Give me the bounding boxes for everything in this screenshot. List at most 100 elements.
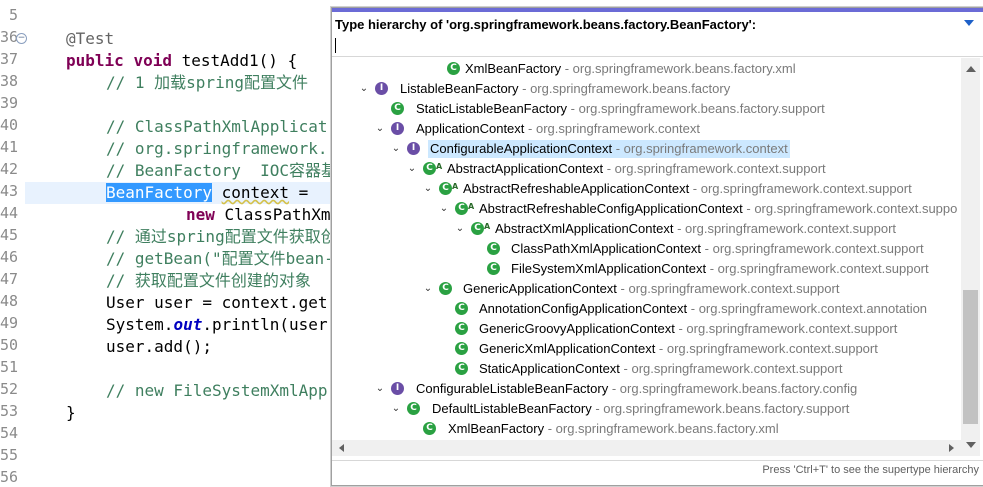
tree-row-label: AbstractXmlApplicationContext - org.spri… bbox=[493, 220, 898, 238]
tree-row-interface[interactable]: ⌄ I ConfigurableListableBeanFactory - or… bbox=[332, 379, 962, 399]
chevron-down-icon[interactable]: ⌄ bbox=[375, 379, 385, 399]
type-name: StaticListableBeanFactory bbox=[416, 101, 568, 116]
code-line-constructor[interactable]: new ClassPathXm bbox=[186, 204, 331, 226]
tree-row-interface[interactable]: ⌄ I ApplicationContext - org.springframe… bbox=[332, 119, 962, 139]
code-text: ClassPathXm bbox=[214, 205, 331, 224]
text-caret bbox=[335, 38, 336, 53]
code-line-statement[interactable]: System.out.println(user bbox=[106, 314, 328, 336]
code-text: testAdd1() { bbox=[171, 51, 298, 70]
chevron-down-icon[interactable]: ⌄ bbox=[455, 219, 465, 239]
code-line-comment[interactable]: // 获取配置文件创建的对象 bbox=[106, 270, 311, 292]
package-name: - org.springframework.beans.factory bbox=[518, 81, 731, 96]
tree-row-interface[interactable]: ⌄ I ListableBeanFactory - org.springfram… bbox=[332, 79, 962, 99]
package-name: - org.springframework.beans.factory.supp… bbox=[567, 101, 825, 116]
package-name: - org.springframework.beans.factory.xml bbox=[544, 421, 779, 436]
tree-row-class[interactable]: C XmlBeanFactory - org.springframework.b… bbox=[332, 419, 962, 439]
line-number: 56 bbox=[0, 468, 19, 486]
tree-row-abstract-class[interactable]: ⌄ C A AbstractApplicationContext - org.s… bbox=[332, 159, 962, 179]
tree-row-class[interactable]: ⌄ C GenericApplicationContext - org.spri… bbox=[332, 279, 962, 299]
type-name: ListableBeanFactory bbox=[400, 81, 519, 96]
chevron-down-icon[interactable]: ⌄ bbox=[423, 279, 433, 299]
tree-row-class[interactable]: C GenericXmlApplicationContext - org.spr… bbox=[332, 339, 962, 359]
code-line-comment[interactable]: // 通过spring配置文件获取创 bbox=[106, 226, 337, 248]
code-line-comment[interactable]: // BeanFactory IOC容器基 bbox=[106, 160, 337, 182]
type-name: GenericApplicationContext bbox=[463, 281, 617, 296]
tree-row-class[interactable]: C StaticApplicationContext - org.springf… bbox=[332, 359, 962, 379]
type-name: FileSystemXmlApplicationContext bbox=[511, 261, 707, 276]
line-number: 45 bbox=[0, 226, 19, 244]
tree-row-label: StaticApplicationContext - org.springfra… bbox=[477, 360, 844, 378]
chevron-down-icon[interactable]: ⌄ bbox=[423, 179, 433, 199]
package-name: - org.springframework.context.suppo bbox=[742, 201, 958, 216]
code-line-closing-brace[interactable]: } bbox=[66, 402, 76, 424]
tree-row-class[interactable]: ⌄ C DefaultListableBeanFactory - org.spr… bbox=[332, 399, 962, 419]
tree-row-label: FileSystemXmlApplicationContext - org.sp… bbox=[509, 260, 931, 278]
tree-row-class[interactable]: C StaticListableBeanFactory - org.spring… bbox=[332, 99, 962, 119]
package-name: - org.springframework.context bbox=[524, 121, 700, 136]
tree-row-class[interactable]: C GenericGroovyApplicationContext - org.… bbox=[332, 319, 962, 339]
line-number: 51 bbox=[0, 358, 19, 376]
code-line-annotation[interactable]: @Test bbox=[66, 28, 114, 50]
divider bbox=[332, 56, 983, 57]
type-name: AnnotationConfigApplicationContext bbox=[479, 301, 688, 316]
code-line-comment[interactable]: // ClassPathXmlApplicat bbox=[106, 116, 328, 138]
package-name: - org.springframework.context.support bbox=[619, 361, 843, 376]
code-text: System. bbox=[106, 315, 174, 334]
keyword: new bbox=[186, 205, 215, 224]
code-line-comment[interactable]: // org.springframework. bbox=[106, 138, 328, 160]
scroll-right-icon[interactable] bbox=[949, 444, 954, 452]
scroll-up-icon[interactable] bbox=[966, 66, 976, 72]
chevron-down-icon[interactable]: ⌄ bbox=[391, 139, 401, 159]
fold-collapse-icon[interactable]: − bbox=[16, 33, 27, 44]
tree-row-interface-selected[interactable]: ⌄ I ConfigurableApplicationContext - org… bbox=[332, 139, 962, 159]
class-icon: C bbox=[487, 262, 500, 275]
tree-row-abstract-class[interactable]: ⌄ C A AbstractRefreshableApplicationCont… bbox=[332, 179, 962, 199]
tree-row-class[interactable]: C FileSystemXmlApplicationContext - org.… bbox=[332, 259, 962, 279]
selected-type-name[interactable]: BeanFactory bbox=[106, 183, 212, 202]
tree-row-label: XmlBeanFactory - org.springframework.bea… bbox=[463, 60, 798, 78]
chevron-down-icon[interactable]: ⌄ bbox=[407, 159, 417, 179]
code-line-comment[interactable]: // new FileSystemXmlApp bbox=[106, 380, 328, 402]
chevron-down-icon[interactable]: ⌄ bbox=[359, 79, 369, 99]
code-line-statement[interactable]: User user = context.get bbox=[106, 292, 328, 314]
horizontal-scrollbar[interactable] bbox=[332, 440, 961, 456]
code-line-comment[interactable]: // 1 加载spring配置文件 bbox=[106, 72, 308, 94]
line-number: 52 bbox=[0, 380, 19, 398]
code-line-declaration[interactable]: BeanFactory context = bbox=[106, 182, 318, 204]
tree-row-abstract-class[interactable]: ⌄ C A AbstractXmlApplicationContext - or… bbox=[332, 219, 962, 239]
interface-icon: I bbox=[375, 82, 388, 95]
scrollbar-thumb[interactable] bbox=[963, 290, 978, 424]
scroll-left-icon[interactable] bbox=[339, 444, 344, 452]
status-hint: Press 'Ctrl+T' to see the supertype hier… bbox=[762, 464, 979, 476]
type-hierarchy-popup[interactable]: Type hierarchy of 'org.springframework.b… bbox=[331, 7, 983, 486]
tree-row-label: XmlBeanFactory - org.springframework.bea… bbox=[446, 420, 781, 438]
package-name: - org.springframework.beans.factory.conf… bbox=[608, 381, 858, 396]
tree-row-abstract-class[interactable]: ⌄ C A AbstractRefreshableConfigApplicati… bbox=[332, 199, 962, 219]
line-number: 42 bbox=[0, 160, 19, 178]
scroll-down-icon[interactable] bbox=[966, 442, 976, 448]
code-line-statement[interactable]: user.add(); bbox=[106, 336, 212, 358]
filter-input[interactable] bbox=[333, 36, 977, 54]
type-name: ConfigurableApplicationContext bbox=[430, 141, 613, 156]
line-number: 38 bbox=[0, 72, 19, 90]
code-line-comment[interactable]: // getBean("配置文件bean- bbox=[106, 248, 334, 270]
type-tree[interactable]: C XmlBeanFactory - org.springframework.b… bbox=[332, 58, 962, 440]
variable-context: context bbox=[221, 183, 290, 202]
line-number: 54 bbox=[0, 424, 19, 442]
package-name: - org.springframework.context.support bbox=[655, 341, 878, 356]
line-number: 53 bbox=[0, 402, 19, 420]
line-number: 44 bbox=[0, 204, 19, 222]
view-menu-icon[interactable] bbox=[964, 20, 974, 26]
code-line-method-signature[interactable]: public void testAdd1() { bbox=[66, 50, 297, 72]
chevron-down-icon[interactable]: ⌄ bbox=[375, 119, 385, 139]
tree-row-class[interactable]: C AnnotationConfigApplicationContext - o… bbox=[332, 299, 962, 319]
type-name: AbstractRefreshableConfigApplicationCont… bbox=[479, 201, 743, 216]
chevron-down-icon[interactable]: ⌄ bbox=[391, 399, 401, 419]
tree-row-class[interactable]: C ClassPathXmlApplicationContext - org.s… bbox=[332, 239, 962, 259]
vertical-scrollbar[interactable] bbox=[961, 58, 980, 456]
abstract-marker-icon: A bbox=[468, 202, 475, 211]
chevron-down-icon[interactable]: ⌄ bbox=[439, 199, 449, 219]
tree-row-class[interactable]: C XmlBeanFactory - org.springframework.b… bbox=[332, 59, 962, 79]
class-icon: C bbox=[391, 102, 404, 115]
line-number: 50 bbox=[0, 336, 19, 354]
